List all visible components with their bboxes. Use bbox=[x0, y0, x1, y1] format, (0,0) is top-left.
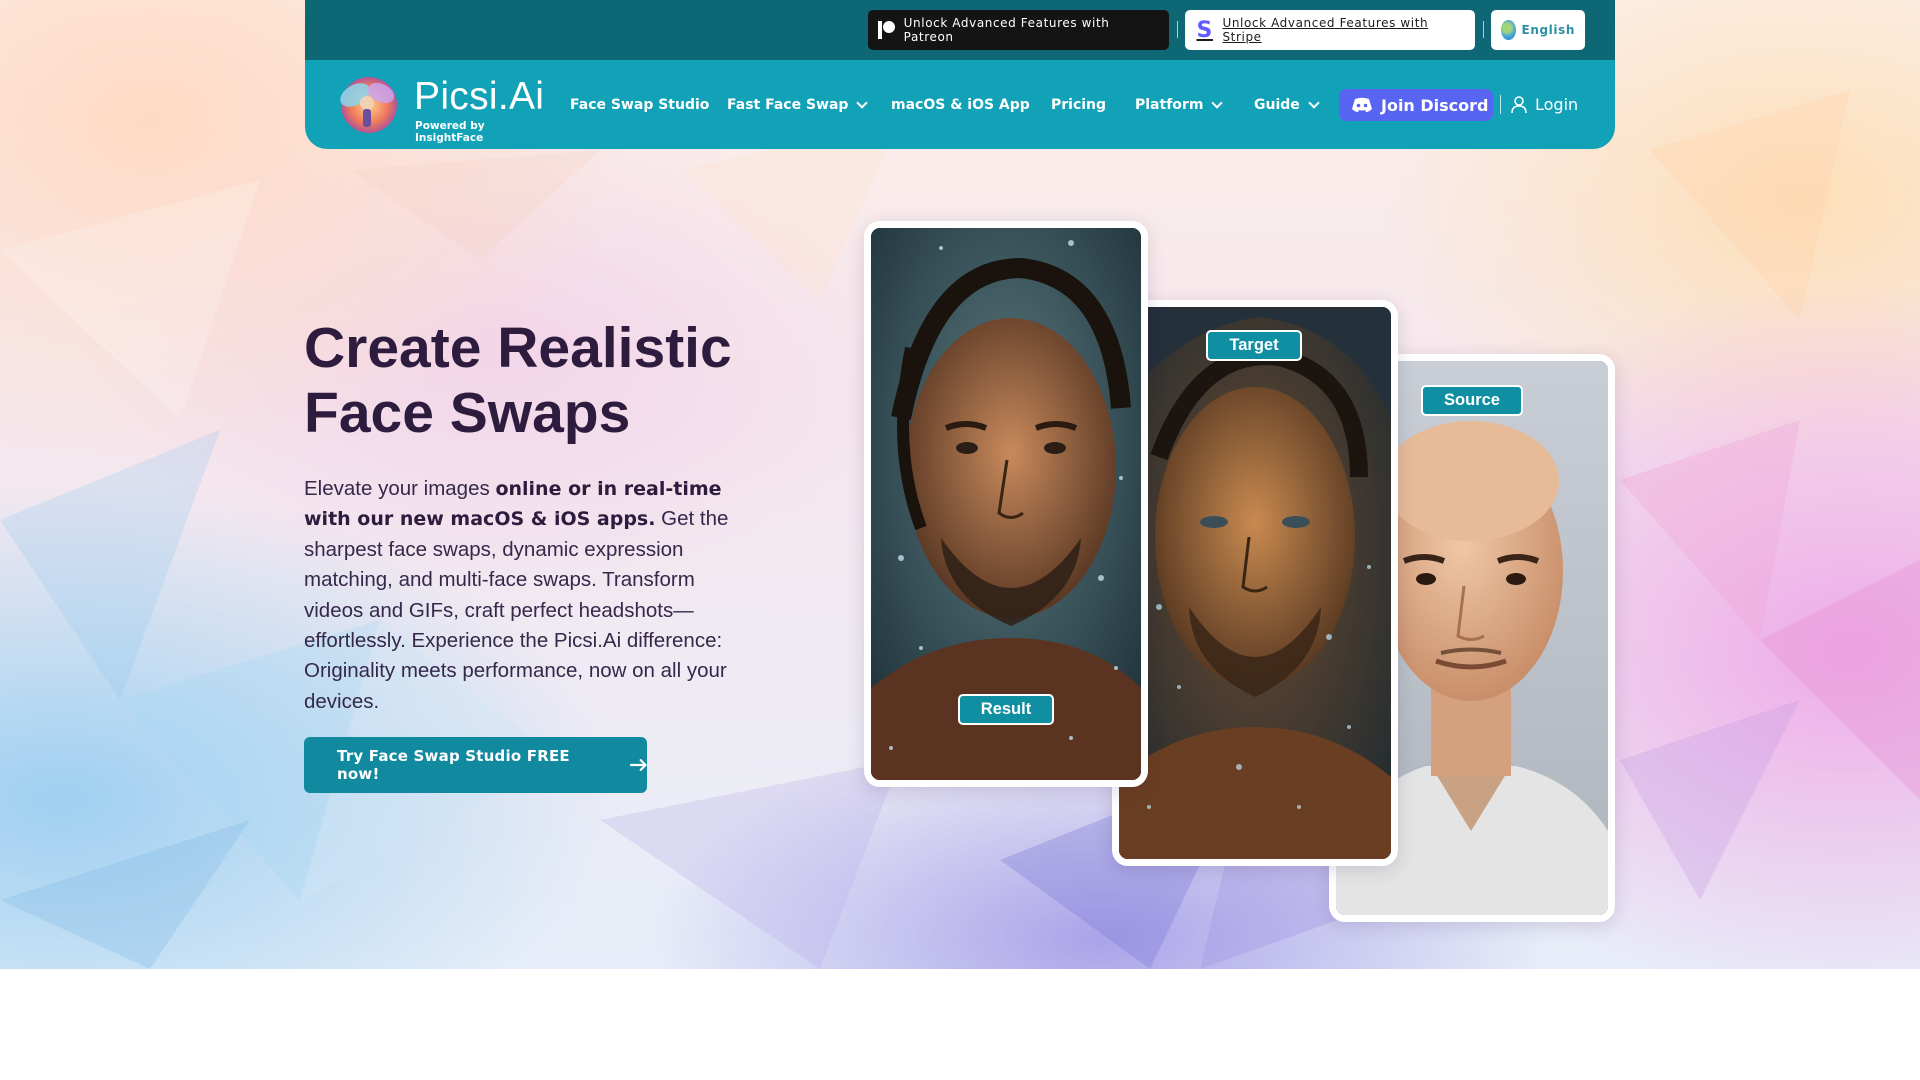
arrow-right-icon bbox=[629, 759, 647, 771]
chevron-down-icon bbox=[856, 96, 869, 109]
try-face-swap-studio-button[interactable]: Try Face Swap Studio FREE now! bbox=[304, 737, 647, 793]
globe-icon bbox=[1501, 20, 1516, 40]
nav-item-label: Guide bbox=[1254, 96, 1300, 113]
nav-fast-face-swap[interactable]: Fast Face Swap bbox=[727, 60, 869, 149]
language-selector[interactable]: English bbox=[1491, 10, 1585, 50]
join-discord-button[interactable]: Join Discord bbox=[1339, 89, 1493, 121]
brand-name: Picsi.Ai bbox=[414, 75, 545, 118]
login-link[interactable]: Login bbox=[1511, 60, 1578, 149]
target-photo bbox=[1119, 307, 1391, 859]
topbar-divider bbox=[1483, 21, 1484, 38]
patreon-label: Unlock Advanced Features with Patreon bbox=[903, 16, 1110, 44]
main-nav: Picsi.Ai Powered by InsightFace Face Swa… bbox=[305, 60, 1615, 149]
target-label: Target bbox=[1206, 330, 1302, 361]
result-label: Result bbox=[958, 694, 1054, 725]
hero-desc-part2: Get the sharpest face swaps, dynamic exp… bbox=[304, 507, 729, 713]
fairy-logo-icon bbox=[340, 77, 397, 133]
nav-face-swap-studio[interactable]: Face Swap Studio bbox=[570, 60, 709, 149]
nav-item-label: Platform bbox=[1135, 96, 1204, 113]
user-icon bbox=[1511, 95, 1527, 113]
login-label: Login bbox=[1535, 95, 1579, 114]
hero-title-line2: Face Swaps bbox=[304, 381, 631, 445]
chevron-down-icon bbox=[1308, 96, 1320, 109]
nav-item-label: Fast Face Swap bbox=[727, 96, 849, 113]
discord-icon bbox=[1352, 97, 1372, 113]
promo-topbar: Unlock Advanced Features with Patreon S … bbox=[305, 0, 1615, 60]
nav-pricing[interactable]: Pricing bbox=[1051, 60, 1106, 149]
hero-description: Elevate your images online or in real-ti… bbox=[304, 474, 744, 717]
brand-tagline: Powered by InsightFace bbox=[415, 120, 485, 144]
patreon-icon bbox=[878, 20, 896, 40]
nav-item-label: Pricing bbox=[1051, 96, 1107, 113]
nav-item-label: Face Swap Studio bbox=[570, 96, 710, 113]
site-header: Unlock Advanced Features with Patreon S … bbox=[305, 0, 1615, 149]
target-image-card bbox=[1112, 300, 1398, 866]
patreon-button[interactable]: Unlock Advanced Features with Patreon bbox=[868, 10, 1169, 50]
nav-divider bbox=[1500, 95, 1501, 114]
source-label: Source bbox=[1421, 385, 1523, 416]
hero-title-line1: Create Realistic bbox=[304, 316, 732, 380]
nav-macos-ios-app[interactable]: macOS & iOS App bbox=[891, 60, 1030, 149]
hero-title: Create Realistic Face Swaps bbox=[304, 316, 864, 446]
chevron-down-icon bbox=[1211, 96, 1224, 109]
nav-platform[interactable]: Platform bbox=[1135, 60, 1224, 149]
discord-label: Join Discord bbox=[1381, 95, 1489, 115]
stripe-label: Unlock Advanced Features with Stripe bbox=[1222, 16, 1429, 44]
stripe-button[interactable]: S Unlock Advanced Features with Stripe bbox=[1185, 10, 1475, 50]
language-label: English bbox=[1521, 23, 1575, 37]
brand-logo[interactable]: Picsi.Ai Powered by InsightFace bbox=[333, 73, 553, 144]
cta-label: Try Face Swap Studio FREE now! bbox=[337, 747, 570, 783]
stripe-icon: S bbox=[1196, 17, 1213, 43]
topbar-divider bbox=[1177, 21, 1178, 38]
hero-desc-part1: Elevate your images bbox=[304, 477, 496, 500]
nav-item-label: macOS & iOS App bbox=[891, 96, 1030, 113]
nav-guide[interactable]: Guide bbox=[1254, 60, 1320, 149]
